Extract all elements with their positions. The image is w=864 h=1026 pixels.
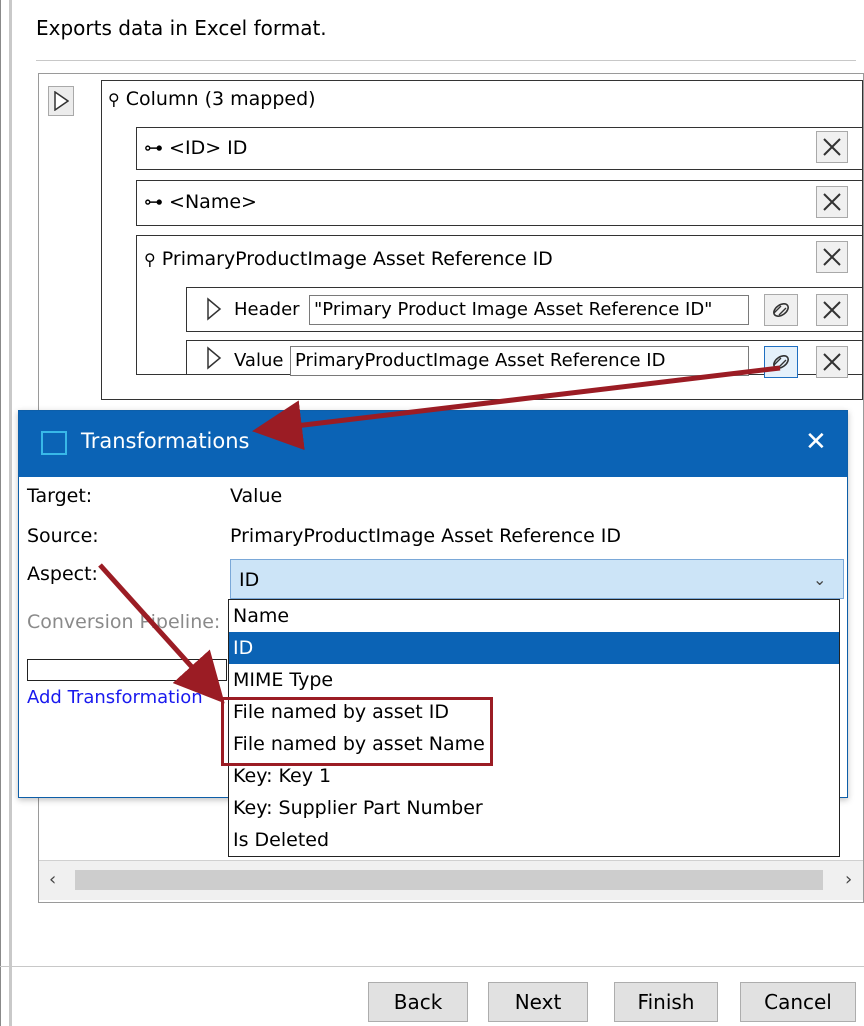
scroll-left-icon[interactable]: ‹ (49, 869, 56, 890)
scroll-right-icon[interactable]: › (845, 869, 852, 890)
cancel-button[interactable]: Cancel (740, 982, 856, 1022)
scroll-thumb[interactable] (75, 870, 823, 890)
back-button[interactable]: Back (368, 982, 468, 1022)
arrow-to-dialog (252, 365, 781, 451)
footer-separator (0, 966, 864, 967)
finish-button[interactable]: Finish (614, 982, 718, 1022)
arrow-to-options (98, 563, 225, 704)
horizontal-scrollbar[interactable]: ‹ › (39, 860, 863, 900)
next-button[interactable]: Next (488, 982, 588, 1022)
